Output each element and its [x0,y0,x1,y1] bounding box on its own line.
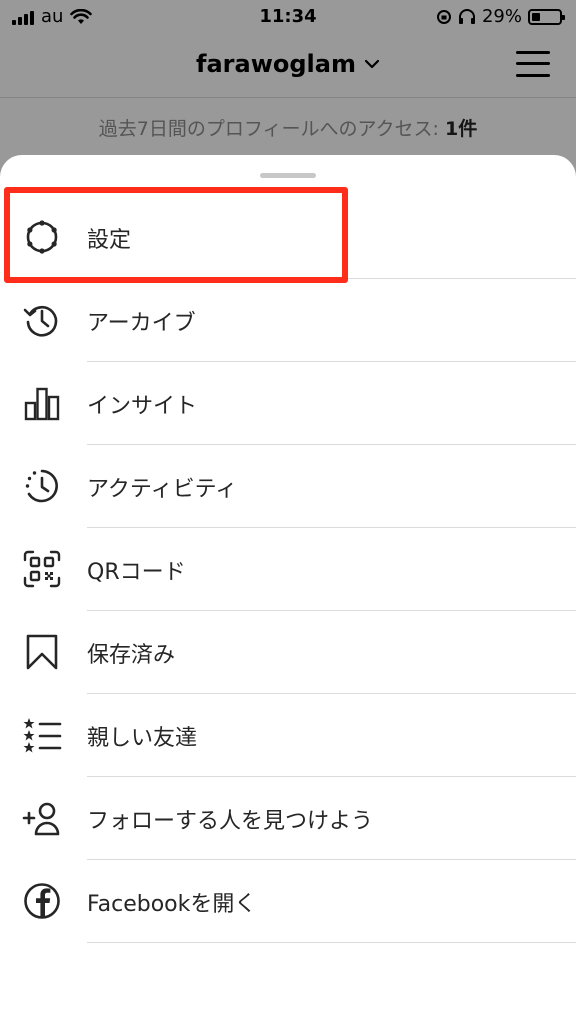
menu-item-label: 設定 [87,228,132,253]
menu-item-label: 保存済み [87,643,176,668]
menu-item-label: Facebookを開く [87,892,257,917]
menu-item-insights[interactable]: インサイト [0,362,576,445]
menu-item-label: 親しい友達 [87,726,198,751]
menu-item-label: フォローする人を見つけよう [87,809,374,834]
insights-bar-chart-icon [22,383,62,423]
menu-item-activity[interactable]: アクティビティ [0,445,576,528]
qr-code-icon [22,549,62,589]
add-person-icon [22,798,62,838]
menu-item-open-facebook[interactable]: Facebookを開く [0,860,576,943]
menu-item-label: アーカイブ [87,311,196,336]
menu-item-label: インサイト [87,394,198,419]
sheet-grabber[interactable] [260,173,316,178]
menu-item-archive[interactable]: アーカイブ [0,279,576,362]
facebook-icon [22,881,62,921]
divider [87,942,576,943]
archive-history-icon [22,300,62,340]
close-friends-list-icon [22,715,62,755]
menu-item-label: アクティビティ [87,477,238,502]
menu-item-qr-code[interactable]: QRコード [0,528,576,611]
bookmark-icon [22,632,62,672]
menu-list: 設定 アーカイブ インサイト アクティビティ QRコード 保存済み 親しい友達 … [0,196,576,943]
menu-item-saved[interactable]: 保存済み [0,611,576,694]
menu-item-discover-people[interactable]: フォローする人を見つけよう [0,777,576,860]
bottom-sheet: 設定 アーカイブ インサイト アクティビティ QRコード 保存済み 親しい友達 … [0,155,576,1024]
menu-item-label: QRコード [87,560,186,585]
menu-item-close-friends[interactable]: 親しい友達 [0,694,576,777]
gear-icon [22,217,62,257]
activity-clock-icon [22,466,62,506]
menu-item-settings[interactable]: 設定 [0,196,576,279]
